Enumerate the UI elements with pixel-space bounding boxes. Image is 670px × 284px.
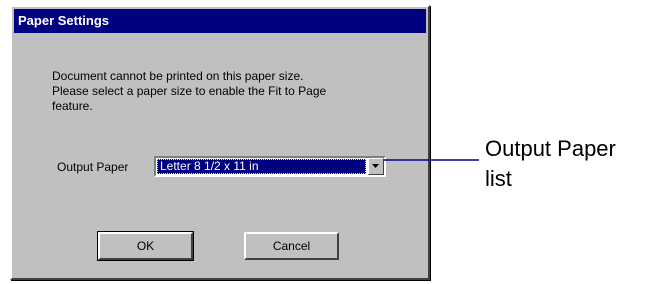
callout-leader-line [384,159,479,161]
callout-line: Output Paper [485,136,616,161]
output-paper-selected-value[interactable]: Letter 8 1/2 x 11 in [157,159,366,174]
dialog-message: Document cannot be printed on this paper… [52,69,392,114]
callout-annotation: Output Paper list [485,134,616,194]
dropdown-button[interactable] [368,158,384,175]
screenshot-canvas: Paper Settings Document cannot be printe… [0,0,670,284]
callout-line: list [485,166,512,191]
chevron-down-icon [372,164,379,168]
message-line: Document cannot be printed on this paper… [52,69,304,83]
output-paper-select[interactable]: Letter 8 1/2 x 11 in [154,156,386,177]
paper-settings-dialog: Paper Settings Document cannot be printe… [10,5,430,280]
dialog-title: Paper Settings [14,9,426,33]
message-line: Please select a paper size to enable the… [52,84,327,98]
message-line: feature. [52,99,93,113]
output-paper-label: Output Paper [57,160,129,174]
cancel-button[interactable]: Cancel [244,232,339,260]
ok-button[interactable]: OK [97,231,194,261]
